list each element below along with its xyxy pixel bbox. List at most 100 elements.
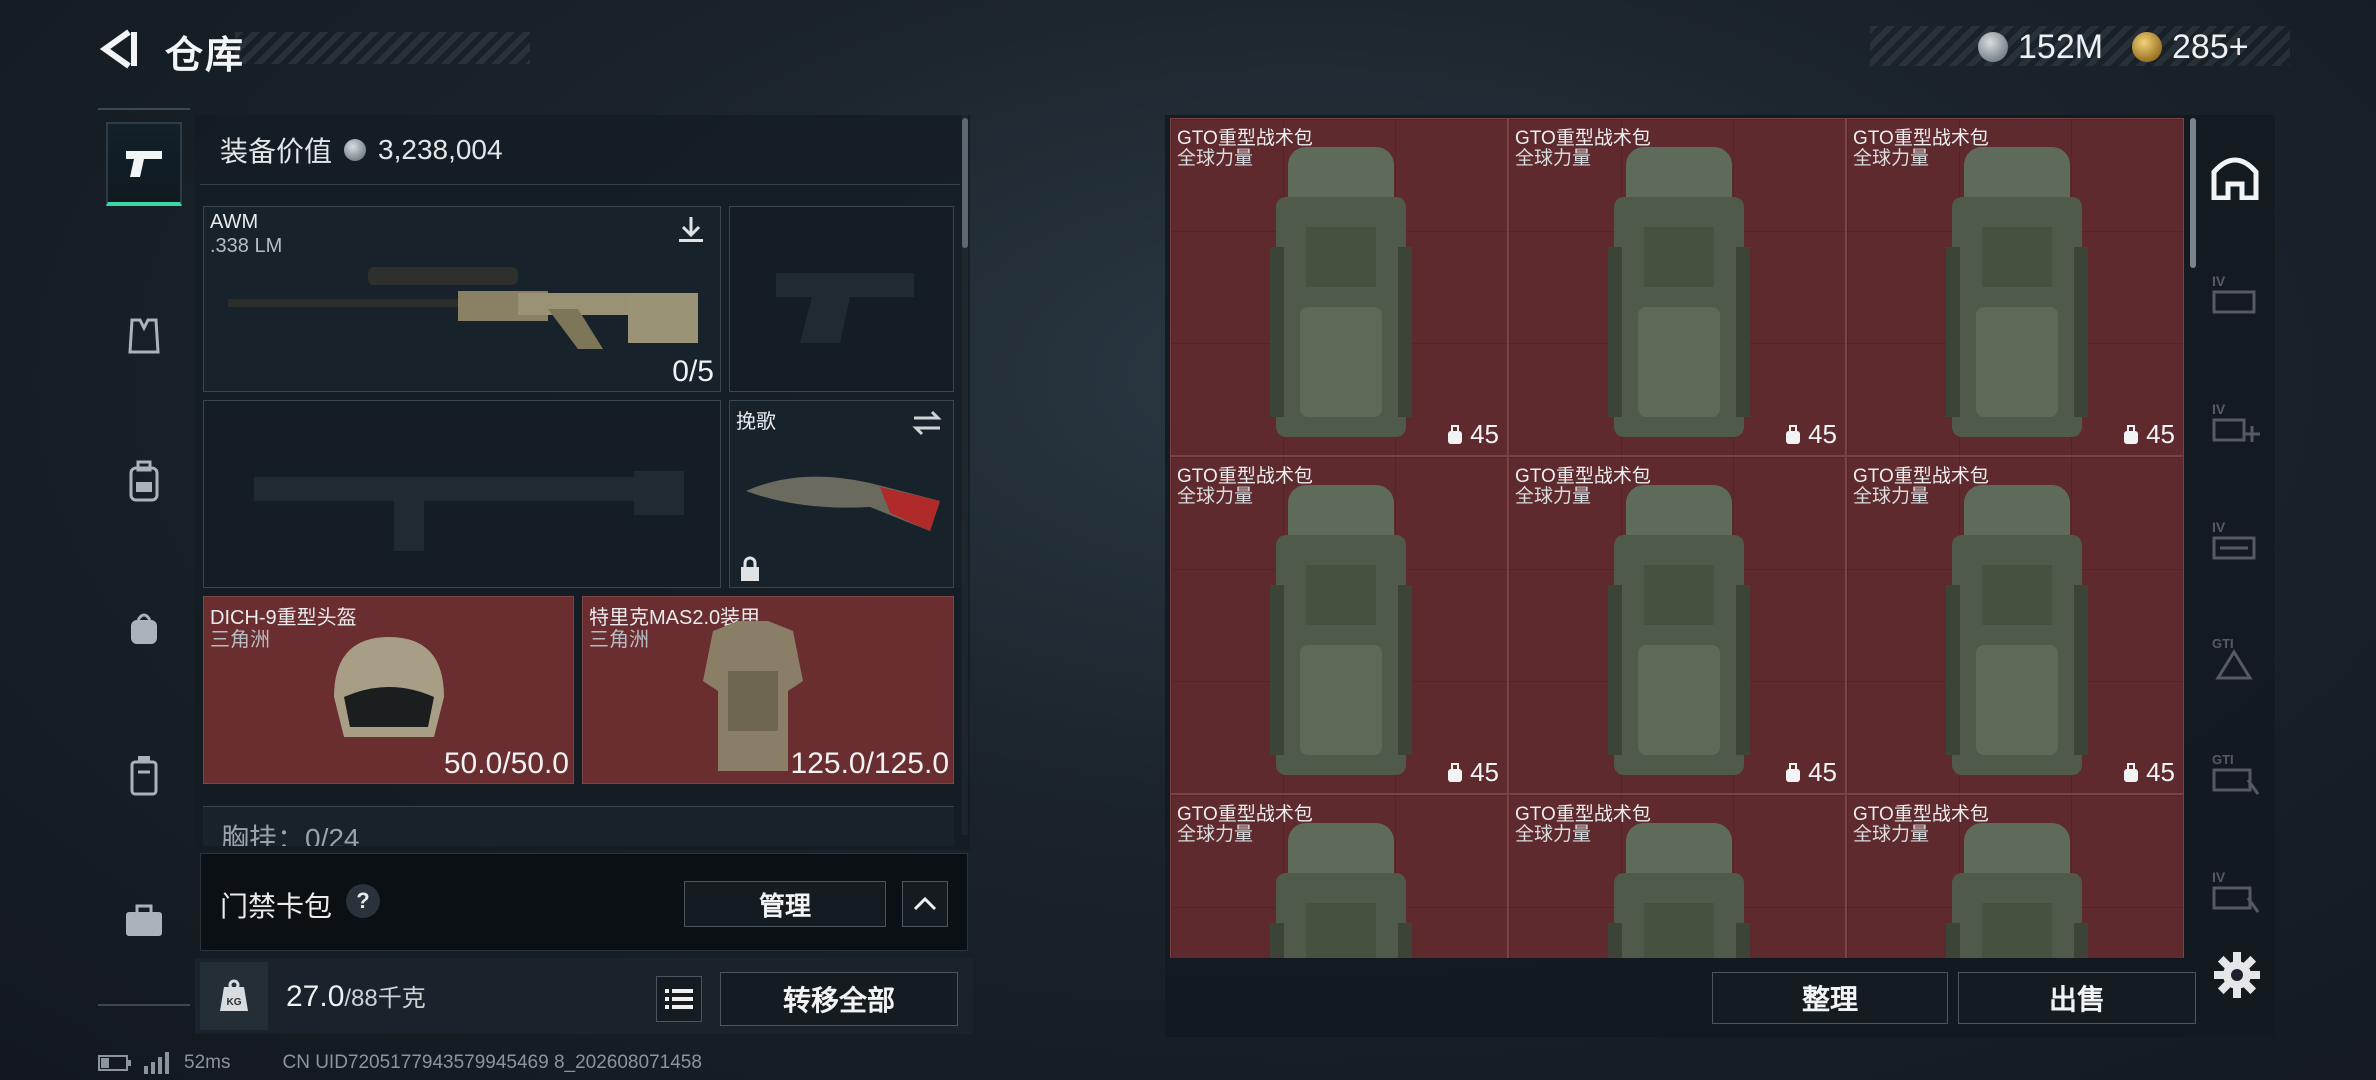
stash-item-brand: 全球力量 bbox=[1515, 824, 1592, 845]
stash-item-brand: 全球力量 bbox=[1177, 486, 1254, 507]
stash-item-brand: 全球力量 bbox=[1853, 824, 1930, 845]
stash-item[interactable]: GTO重型战术包全球力量45 bbox=[1846, 118, 2184, 456]
svg-text:IV: IV bbox=[2212, 519, 2226, 535]
backpack-image bbox=[1608, 147, 1750, 437]
stash-tab-iv-c[interactable]: IV bbox=[2200, 858, 2270, 928]
svg-text:IV: IV bbox=[2212, 401, 2226, 417]
svg-text:GTI: GTI bbox=[2212, 752, 2234, 767]
access-card-label: 门禁卡包 bbox=[220, 891, 333, 922]
stash-GTI-a-icon: GTI bbox=[2212, 636, 2253, 680]
stash-item[interactable]: GTO重型战术包全球力量45 bbox=[1508, 456, 1846, 794]
stash-GTI-b-icon: GTI bbox=[2212, 752, 2260, 795]
svg-text:GTI: GTI bbox=[2212, 636, 2234, 651]
stash-tab-gti-a[interactable]: GTI bbox=[2200, 624, 2270, 694]
equipment-value: 装备价值 3,238,004 bbox=[220, 130, 503, 170]
capacity-icon bbox=[1786, 762, 1801, 782]
transfer-all-button[interactable]: 转移全部 bbox=[720, 972, 958, 1026]
chest-rig-label: 胸挂：0/24 bbox=[221, 823, 360, 846]
swap-icon[interactable] bbox=[910, 409, 944, 437]
stash-tab-iv-list[interactable]: IV bbox=[2200, 506, 2270, 576]
uid-text: CN UID7205177943579945469 8_202608071458 bbox=[282, 1052, 702, 1073]
svg-text:IV: IV bbox=[2212, 273, 2226, 289]
primary-weapon-slot[interactable]: AWM .338 LM 0/5 bbox=[203, 206, 721, 392]
sidebar-item-backpack[interactable] bbox=[106, 440, 182, 524]
stash-item[interactable]: GTO重型战术包全球力量45 bbox=[1508, 118, 1846, 456]
equipment-scrollbar-thumb[interactable] bbox=[962, 118, 968, 248]
download-icon[interactable] bbox=[674, 213, 708, 247]
stash-item-brand: 全球力量 bbox=[1177, 824, 1254, 845]
helmet-brand: 三角洲 bbox=[210, 629, 270, 651]
sort-button[interactable]: 整理 bbox=[1712, 972, 1948, 1024]
stash-item-capacity: 45 bbox=[1446, 419, 1499, 450]
helmet-slot[interactable]: DICH-9重型头盔 三角洲 50.0/50.0 bbox=[203, 596, 574, 784]
sidebar-item-pouch[interactable] bbox=[106, 586, 182, 670]
gold-coin-icon bbox=[2132, 32, 2162, 62]
helmet-durability: 50.0/50.0 bbox=[443, 747, 569, 780]
silver-currency-value: 152M bbox=[2018, 27, 2104, 66]
stash-item[interactable]: GTO重型战术包全球力量45 bbox=[1170, 456, 1508, 794]
back-icon[interactable] bbox=[95, 26, 141, 72]
melee-slot[interactable]: 挽歌 bbox=[729, 400, 954, 588]
sidebar-item-case[interactable] bbox=[106, 880, 182, 964]
lock-icon bbox=[741, 556, 759, 581]
backpack-image bbox=[1608, 485, 1750, 775]
helmet-image bbox=[334, 637, 444, 737]
chest-rig-row[interactable]: 胸挂：0/24 bbox=[203, 806, 954, 846]
stash-item[interactable]: GTO重型战术包全球力量45 bbox=[1846, 456, 2184, 794]
weapon-name: AWM bbox=[210, 211, 259, 233]
pistol-placeholder-icon bbox=[776, 273, 914, 343]
divider bbox=[200, 184, 960, 185]
collapse-button[interactable] bbox=[902, 881, 948, 927]
gold-currency[interactable]: 285+ bbox=[2132, 24, 2249, 70]
weight-icon: KG bbox=[200, 962, 268, 1030]
sidebar-item-vest[interactable] bbox=[106, 294, 182, 378]
stash-item-brand: 全球力量 bbox=[1853, 486, 1930, 507]
stash-tab-gti-b[interactable]: GTI bbox=[2200, 740, 2270, 810]
armor-brand: 三角洲 bbox=[589, 629, 649, 651]
capacity-icon bbox=[1786, 424, 1801, 444]
stash-IV-add-icon: IV bbox=[2212, 401, 2260, 442]
stash-tab-iv-1[interactable]: IV bbox=[2200, 260, 2270, 330]
sell-button[interactable]: 出售 bbox=[1958, 972, 2196, 1024]
manage-button[interactable]: 管理 bbox=[684, 881, 886, 927]
stash-item-capacity: 45 bbox=[1784, 757, 1837, 788]
backpack-image bbox=[1270, 823, 1412, 958]
stash-item[interactable]: GTO重型战术包全球力量45 bbox=[1846, 794, 2184, 958]
stash-item[interactable]: GTO重型战术包全球力量45 bbox=[1170, 118, 1508, 456]
list-view-button[interactable] bbox=[656, 976, 702, 1022]
stash-home-button[interactable] bbox=[2200, 142, 2270, 212]
stash-item-brand: 全球力量 bbox=[1177, 148, 1254, 169]
settings-gear-icon[interactable] bbox=[2212, 950, 2262, 1000]
stash-IV-icon: IV bbox=[2212, 273, 2256, 314]
status-footer: 52ms CN UID7205177943579945469 8_2026080… bbox=[98, 1052, 702, 1074]
capacity-icon bbox=[1448, 762, 1463, 782]
silver-currency[interactable]: 152M bbox=[1978, 24, 2103, 70]
stash-item-brand: 全球力量 bbox=[1853, 148, 1930, 169]
backpack-image bbox=[1270, 147, 1412, 437]
sidebar-item-weapons[interactable] bbox=[106, 122, 182, 206]
backpack-icon bbox=[129, 460, 159, 502]
ping-value: 52ms bbox=[184, 1052, 231, 1073]
stash-item-brand: 全球力量 bbox=[1515, 486, 1592, 507]
svg-text:IV: IV bbox=[2212, 869, 2226, 885]
secondary-weapon-slot[interactable] bbox=[729, 206, 954, 392]
backpack-image bbox=[1270, 485, 1412, 775]
sidebar-bottom-line bbox=[98, 1004, 190, 1006]
stash-item[interactable]: GTO重型战术包全球力量45 bbox=[1508, 794, 1846, 958]
stash-scrollbar[interactable] bbox=[2190, 118, 2196, 268]
help-icon[interactable]: ? bbox=[346, 884, 380, 918]
stash-item[interactable]: GTO重型战术包全球力量45 bbox=[1170, 794, 1508, 958]
silver-coin-icon bbox=[1978, 32, 2008, 62]
backpack-image bbox=[1608, 823, 1750, 958]
armor-slot[interactable]: 特里克MAS2.0装甲 三角洲 125.0/125.0 bbox=[582, 596, 954, 784]
stash-grid: GTO重型战术包 全球力量 45 GTO重型战术包 全球力量 45 GTO重型战术包 全球力量… bbox=[1170, 118, 2184, 958]
stash-item-capacity: 45 bbox=[1784, 419, 1837, 450]
stash-item-count: 45 bbox=[1808, 757, 1837, 787]
rifle-slot[interactable] bbox=[203, 400, 721, 588]
awm-rifle-image bbox=[228, 267, 698, 349]
stash-tab-iv-add[interactable]: IV bbox=[2200, 388, 2270, 458]
silver-coin-icon bbox=[344, 139, 367, 161]
sidebar-item-container[interactable] bbox=[106, 734, 182, 818]
stash-item-count: 45 bbox=[1470, 757, 1499, 787]
title-decoration bbox=[235, 32, 530, 64]
